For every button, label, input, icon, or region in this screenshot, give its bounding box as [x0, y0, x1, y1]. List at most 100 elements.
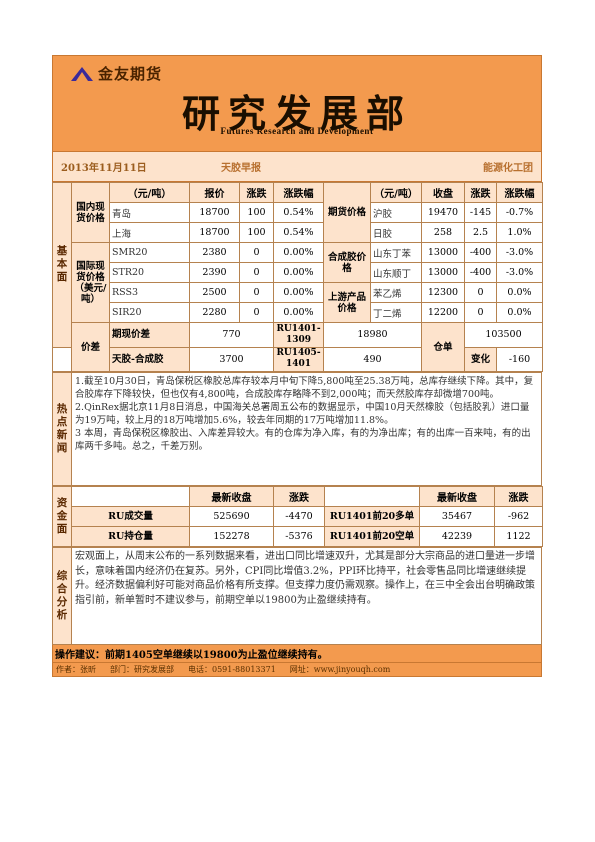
right-row-change: -400 [464, 242, 497, 263]
price-row-name: STR20 [109, 262, 190, 283]
price-row-value: 2380 [189, 242, 240, 263]
right-row-close: 12300 [421, 282, 465, 303]
price-row-change: 100 [239, 222, 274, 243]
footer-bar: 作者：张昕 部门：研究发展部 电话：0591-88013371 网址：www.j… [52, 663, 542, 677]
spread-row-label: 天胶-合成胶 [109, 346, 190, 372]
spread-label: 价差 [71, 322, 110, 372]
price-row-change: 0 [239, 242, 274, 263]
right-row-change: -145 [464, 202, 497, 223]
analysis-label: 综合分析 [52, 547, 72, 645]
price-row-change: 100 [239, 202, 274, 223]
department-subtitle: Futures Research and Development [220, 126, 374, 136]
operation-advice: 操作建议：前期1405空单继续以19800为止盈位继续持有。 [52, 644, 542, 663]
latest-header-2: 最新收盘 [419, 486, 495, 507]
report-name: 天胶早报 [221, 163, 261, 174]
price-row-pct: 0.00% [273, 262, 324, 283]
news-item: 3 本周，青岛保税区橡胶出、入库差异较大。有的仓库为净入库，有的为净出库；有的出… [75, 428, 531, 452]
change-header: 涨跌 [239, 182, 274, 203]
synth-label: 合成胶价格 [323, 242, 371, 283]
close-header: 收盘 [421, 182, 465, 203]
logo-icon [71, 66, 93, 81]
news-table: 热点新闻 1.截至10月30日，青岛保税区橡胶总库存较本月中旬下降5,800吨至… [52, 372, 542, 486]
company-name: 金友期货 [98, 65, 163, 83]
right-pct-header: 涨跌幅 [496, 182, 543, 203]
funds-row-name2: RU1401前20多单 [324, 506, 420, 527]
news-content: 1.截至10月30日，青岛保税区橡胶总库存较本月中旬下降5,800吨至25.38… [71, 372, 542, 486]
futures-label: 期货价格 [323, 182, 371, 243]
news-item: 2.QinRex据北京11月8日消息，中国海关总署周五公布的数据显示，中国10月… [75, 402, 530, 426]
change-value: -160 [496, 346, 543, 372]
price-row-name: 青岛 [109, 202, 190, 223]
spread-row-value: 770 [189, 322, 274, 348]
price-row-change: 0 [239, 262, 274, 283]
change-label: 变化 [464, 346, 497, 372]
right-row-close: 12200 [421, 302, 465, 323]
basics-label: 基本面 [52, 182, 72, 348]
price-header: 报价 [189, 182, 240, 203]
funds-change-header-2: 涨跌 [494, 486, 543, 507]
right-row-close: 19470 [421, 202, 465, 223]
price-row-pct: 0.00% [273, 242, 324, 263]
blank-cell [324, 486, 420, 507]
price-row-value: 2390 [189, 262, 240, 283]
unit-header: （元/吨） [109, 182, 190, 203]
funds-row-name: RU持仓量 [71, 526, 190, 547]
company-logo: 金友期货 [71, 63, 162, 84]
right-row-close: 258 [421, 222, 465, 243]
price-row-value: 18700 [189, 222, 240, 243]
right-row-change: 0 [464, 302, 497, 323]
right-row-name: 苯乙烯 [370, 282, 422, 303]
funds-row-value: 152278 [189, 526, 274, 547]
spread-row-value2: 490 [323, 346, 422, 372]
price-row-name: SIR20 [109, 302, 190, 323]
right-row-name: 丁二烯 [370, 302, 422, 323]
team-name: 能源化工团 [483, 163, 533, 174]
funds-row-change: -5376 [273, 526, 325, 547]
price-row-value: 2500 [189, 282, 240, 303]
price-row-name: 上海 [109, 222, 190, 243]
header-banner: 金友期货 研究发展部 Futures Research and Developm… [52, 55, 542, 152]
basics-table: 基本面 国内现货价格 （元/吨） 报价 涨跌 涨跌幅 期货价格 （元/吨） 收盘… [52, 182, 543, 372]
price-row-change: 0 [239, 282, 274, 303]
right-row-pct: -3.0% [496, 242, 543, 263]
right-row-name: 沪胶 [370, 202, 422, 223]
warehouse-label: 仓单 [421, 322, 465, 372]
right-change-header: 涨跌 [464, 182, 497, 203]
right-row-pct: -0.7% [496, 202, 543, 223]
upstream-label: 上游产品价格 [323, 282, 371, 323]
funds-row-value2: 42239 [419, 526, 495, 547]
right-row-change: 2.5 [464, 222, 497, 243]
price-row-pct: 0.00% [273, 282, 324, 303]
funds-row-value: 525690 [189, 506, 274, 527]
right-row-close: 13000 [421, 262, 465, 283]
funds-row-change: -4470 [273, 506, 325, 527]
footer-site[interactable]: 网址：www.jinyouqh.com [290, 664, 391, 675]
price-row-pct: 0.00% [273, 302, 324, 323]
price-row-value: 2280 [189, 302, 240, 323]
news-item: 1.截至10月30日，青岛保税区橡胶总库存较本月中旬下降5,800吨至25.38… [75, 376, 534, 400]
right-row-pct: 0.0% [496, 302, 543, 323]
intl-label: 国际现货价格（美元/吨） [71, 242, 110, 323]
funds-table: 资金面 最新收盘 涨跌 最新收盘 涨跌 RU成交量 525690 -4470 R… [52, 486, 543, 547]
news-label: 热点新闻 [52, 372, 72, 486]
pct-header: 涨跌幅 [273, 182, 324, 203]
spread-row-contract: RU1401-1309 [273, 322, 324, 348]
footer-author: 作者：张昕 [56, 665, 96, 674]
price-row-pct: 0.54% [273, 222, 324, 243]
analysis-table: 综合分析 宏观面上，从周末公布的一系列数据来看，进出口同比增速双升，尤其是部分大… [52, 547, 542, 663]
footer-dept: 部门：研究发展部 [110, 665, 174, 674]
right-row-close: 13000 [421, 242, 465, 263]
right-row-change: 0 [464, 282, 497, 303]
price-row-value: 18700 [189, 202, 240, 223]
price-row-change: 0 [239, 302, 274, 323]
funds-row-name: RU成交量 [71, 506, 190, 527]
right-row-change: -400 [464, 262, 497, 283]
funds-change-header: 涨跌 [273, 486, 325, 507]
right-row-name: 山东丁苯 [370, 242, 422, 263]
right-row-name: 日胶 [370, 222, 422, 243]
footer-phone: 电话：0591-88013371 [188, 665, 276, 674]
warehouse-value: 103500 [464, 322, 543, 348]
funds-row-value2: 35467 [419, 506, 495, 527]
funds-row-name2: RU1401前20空单 [324, 526, 420, 547]
funds-row-change2: -962 [494, 506, 543, 527]
